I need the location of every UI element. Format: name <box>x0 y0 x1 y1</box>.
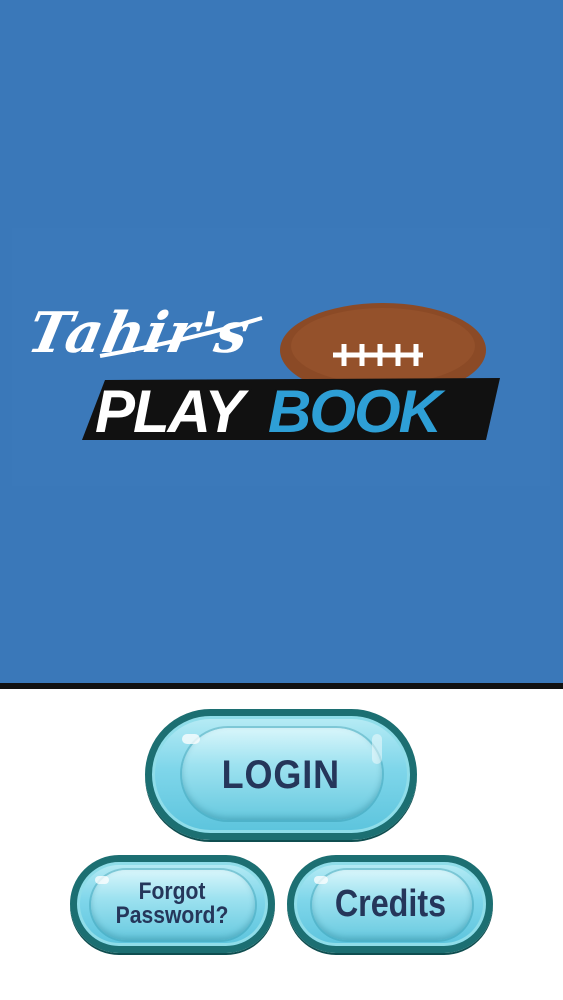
logo-book-text: BOOK <box>268 378 446 445</box>
login-button-label: LOGIN <box>221 752 341 797</box>
credits-button-shine <box>314 876 328 884</box>
forgot-line-2: Password? <box>116 902 229 929</box>
login-button[interactable]: LOGIN <box>145 709 417 840</box>
splash-panel: Tahir's PLAY BOOK <box>0 0 563 683</box>
forgot-password-button[interactable]: Forgot Password? <box>70 855 275 953</box>
forgot-line-1: Forgot <box>139 878 206 905</box>
logo-script-text: Tahir's <box>22 301 256 366</box>
credits-button[interactable]: Credits <box>287 855 493 953</box>
forgot-password-button-label: Forgot Password? <box>116 880 229 928</box>
credits-button-label: Credits <box>334 883 446 925</box>
login-button-shine-right <box>372 734 382 764</box>
forgot-password-button-shine <box>95 876 109 884</box>
logo-play-text: PLAY <box>95 378 250 445</box>
playbook-logo: Tahir's PLAY BOOK <box>12 228 550 486</box>
login-button-shine <box>182 734 200 744</box>
